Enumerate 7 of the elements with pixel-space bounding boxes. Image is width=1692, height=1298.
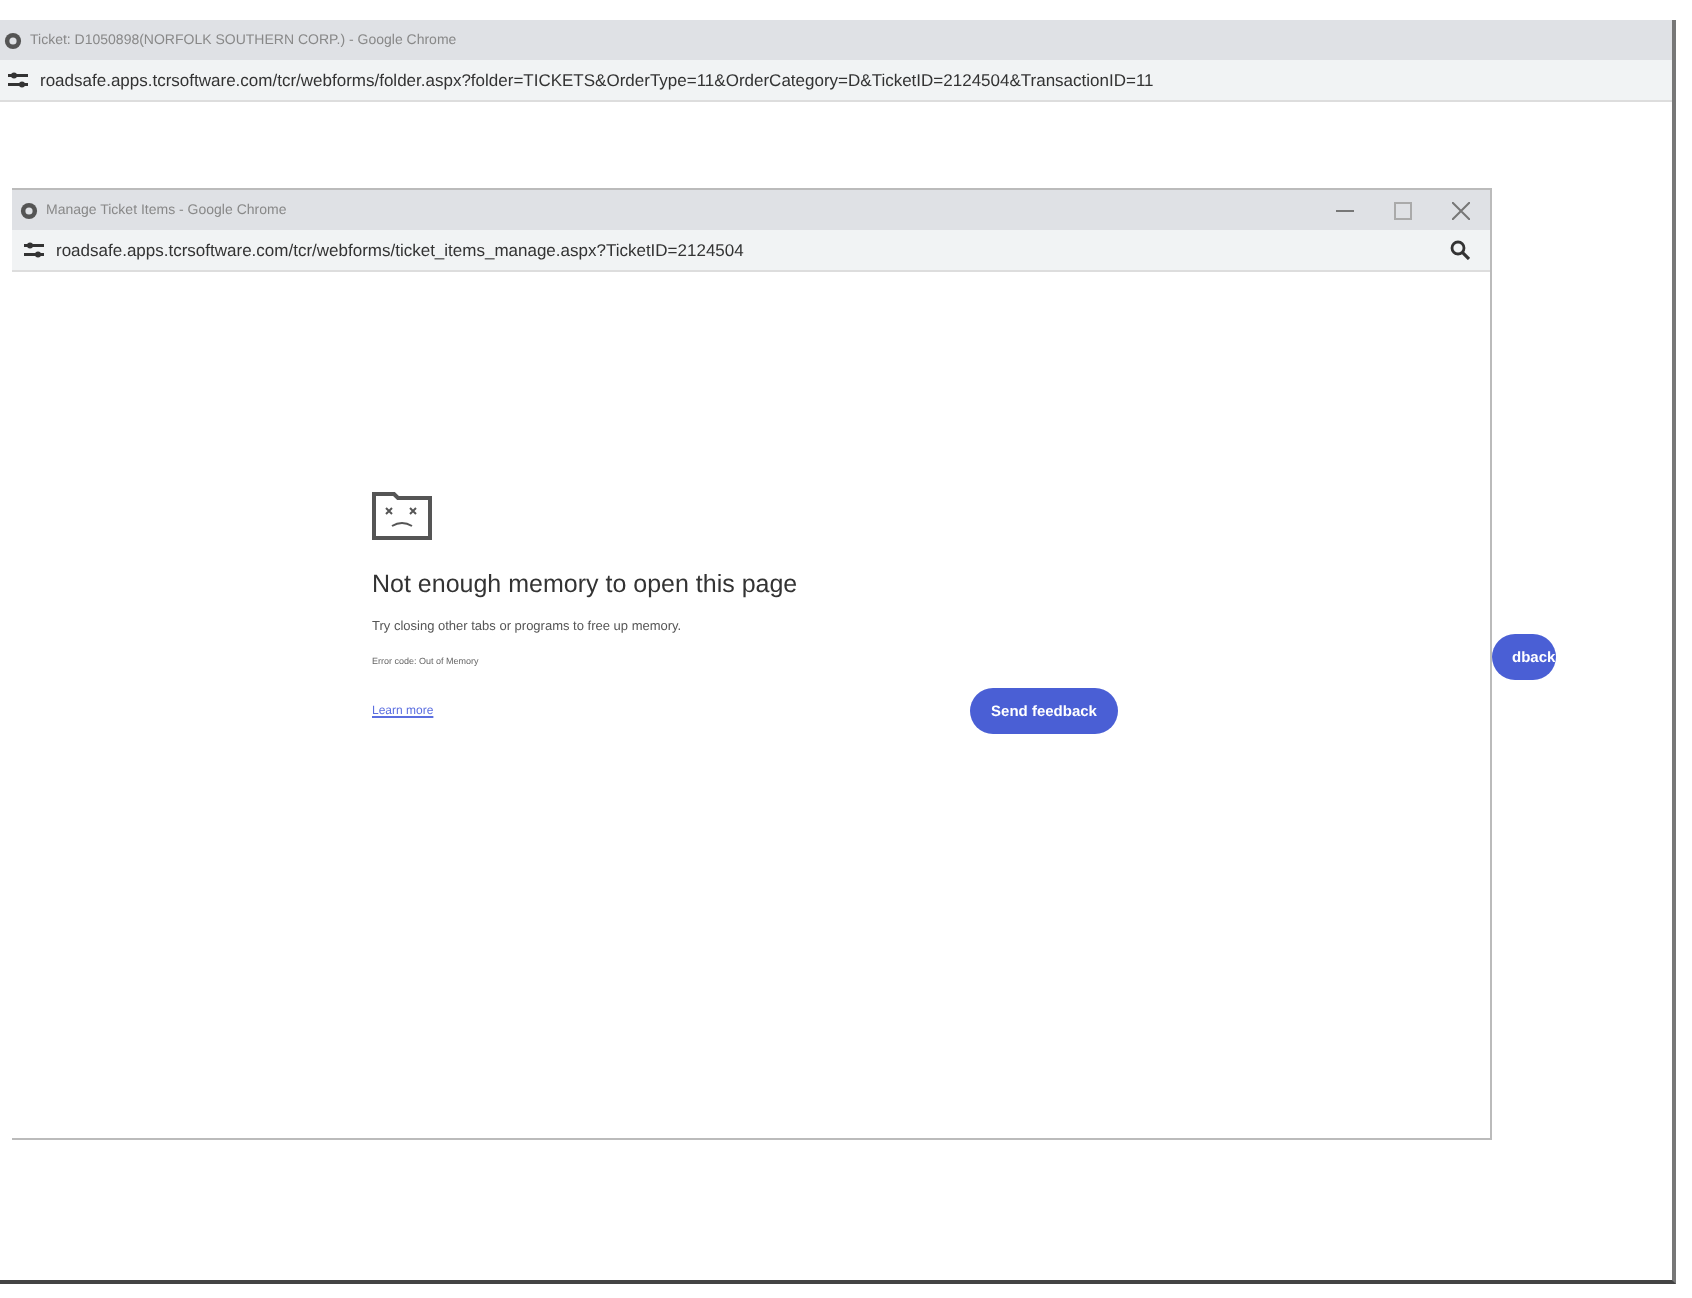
site-settings-icon[interactable]: [24, 242, 44, 258]
zoom-icon[interactable]: [1450, 240, 1470, 260]
site-settings-icon[interactable]: [8, 72, 28, 88]
sad-folder-icon: [372, 488, 432, 540]
error-heading: Not enough memory to open this page: [372, 570, 800, 598]
browser-icon: [20, 201, 38, 219]
close-icon[interactable]: [1452, 201, 1470, 219]
